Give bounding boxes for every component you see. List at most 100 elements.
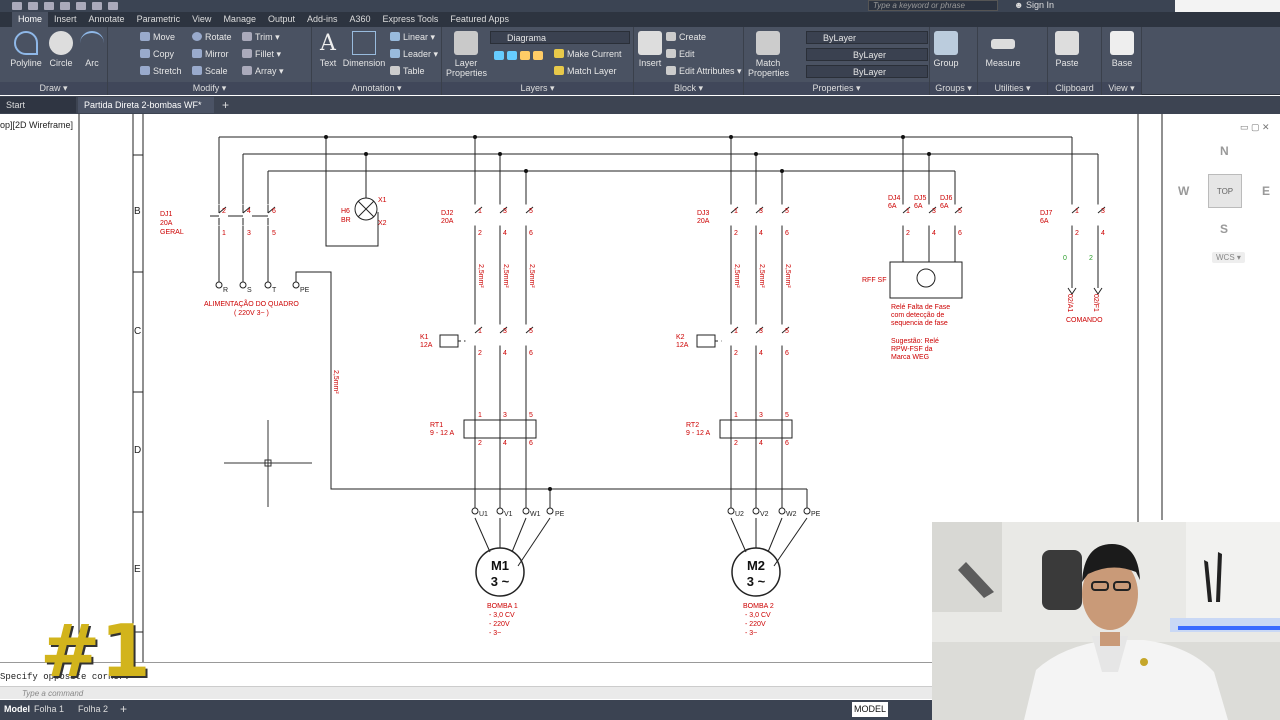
add-layout-icon[interactable]: +: [116, 702, 131, 716]
supply-r: R: [223, 287, 228, 294]
comando-label-f1: 02/F1: [1092, 294, 1099, 312]
supply-s: S: [247, 287, 252, 294]
dj7-label: DJ7: [1040, 210, 1053, 217]
compass-west[interactable]: W: [1178, 184, 1189, 198]
bomba1-power: - 3,0 CV: [489, 612, 515, 619]
rff-relay-box: [889, 261, 963, 299]
layout-tab-folha1[interactable]: Folha 1: [30, 702, 68, 716]
svg-text:1: 1: [1075, 208, 1079, 215]
svg-text:5: 5: [785, 328, 789, 335]
svg-text:4: 4: [759, 230, 763, 237]
sugestao-1: Sugestão: Relé: [891, 338, 939, 345]
layout-tab-model[interactable]: Model: [0, 702, 34, 716]
dj2-rating: 20A: [441, 218, 454, 225]
svg-text:1: 1: [734, 412, 738, 419]
m1-phase: 3 ~: [491, 574, 510, 589]
compass-east[interactable]: E: [1262, 184, 1270, 198]
model-space-button[interactable]: MODEL: [852, 702, 888, 717]
dj6-label: DJ6: [940, 195, 953, 202]
svg-text:6: 6: [529, 230, 533, 237]
m1-u1: U1: [479, 511, 488, 518]
svg-text:4: 4: [503, 230, 507, 237]
svg-text:5: 5: [785, 208, 789, 215]
supply-voltage: ( 220V 3~ ): [234, 310, 269, 317]
dj1-t4: 4: [247, 208, 251, 215]
svg-text:3: 3: [503, 412, 507, 419]
k2-label: K2: [676, 334, 685, 341]
lamp-x1: X1: [378, 197, 387, 204]
webcam-overlay: [932, 522, 1280, 720]
dj7-rating: 6A: [1040, 218, 1049, 225]
svg-text:4: 4: [759, 350, 763, 357]
svg-text:5: 5: [529, 208, 533, 215]
dj1-t2: 2: [222, 208, 226, 215]
svg-text:1: 1: [478, 412, 482, 419]
wcs-dropdown[interactable]: WCS ▾: [1212, 252, 1245, 263]
bomba1-title: BOMBA 1: [487, 603, 518, 610]
compass-north[interactable]: N: [1220, 144, 1229, 158]
svg-text:4: 4: [1101, 230, 1105, 237]
supply-t: T: [272, 287, 277, 294]
svg-text:6: 6: [529, 350, 533, 357]
svg-text:3: 3: [759, 412, 763, 419]
k1-rating: 12A: [420, 342, 433, 349]
dj4-label: DJ4: [888, 195, 901, 202]
svg-text:2: 2: [906, 230, 910, 237]
view-cube[interactable]: N W E S TOP WCS ▾: [1168, 140, 1280, 263]
k2-coil: [696, 334, 716, 348]
svg-text:3: 3: [503, 328, 507, 335]
bomba1-phase: - 3~: [489, 630, 501, 637]
episode-badge: #1: [40, 609, 151, 693]
dj1-rating: 20A: [160, 220, 173, 227]
view-cube-top[interactable]: TOP: [1208, 174, 1242, 208]
row-label-c: C: [134, 326, 141, 337]
svg-text:1: 1: [906, 208, 910, 215]
bomba2-title: BOMBA 2: [743, 603, 774, 610]
dj1-t1: 1: [222, 230, 226, 237]
m1-label: M1: [491, 558, 509, 573]
rff-caption-2: com detecção de: [891, 312, 944, 319]
svg-text:2: 2: [734, 440, 738, 447]
row-label-d: D: [134, 445, 141, 456]
comando-label: COMANDO: [1066, 317, 1103, 324]
svg-text:2: 2: [1075, 230, 1079, 237]
rff-label: RFF SF: [862, 277, 887, 284]
svg-text:2: 2: [478, 230, 482, 237]
supply-caption: ALIMENTAÇÃO DO QUADRO: [204, 299, 299, 308]
rt2-label: RT2: [686, 422, 699, 429]
svg-text:3: 3: [932, 208, 936, 215]
svg-text:6: 6: [785, 440, 789, 447]
dj1-label: DJ1: [160, 211, 173, 218]
compass-south[interactable]: S: [1220, 222, 1228, 236]
dj6-rating: 6A: [940, 203, 949, 210]
bomba1-voltage: - 220V: [489, 621, 510, 628]
layout-tab-folha2[interactable]: Folha 2: [74, 702, 112, 716]
m1-pe: PE: [555, 511, 565, 518]
m1-w1: W1: [530, 511, 541, 518]
svg-text:1: 1: [734, 208, 738, 215]
svg-text:2: 2: [478, 350, 482, 357]
wire-2: 2: [1089, 255, 1093, 262]
wire-gauges: 2,5mm² 2,5mm² 2,5mm² 2,5mm² 2,5mm² 2,5mm…: [477, 264, 791, 288]
svg-text:5: 5: [529, 412, 533, 419]
svg-text:1: 1: [478, 328, 482, 335]
svg-text:5: 5: [958, 208, 962, 215]
dj1-desc: GERAL: [160, 229, 184, 236]
svg-text:4: 4: [932, 230, 936, 237]
svg-text:2: 2: [734, 350, 738, 357]
m2-phase: 3 ~: [747, 574, 766, 589]
m2-w2: W2: [786, 511, 797, 518]
svg-text:2,5mm²: 2,5mm²: [528, 264, 535, 288]
row-label-e: E: [134, 564, 141, 575]
rff-caption-3: sequencia de fase: [891, 320, 948, 327]
dj2-label: DJ2: [441, 210, 454, 217]
lamp-label: H6: [341, 208, 350, 215]
svg-text:2: 2: [734, 230, 738, 237]
presenter-image: [932, 522, 1280, 720]
pe-wire-gauge: 2,5mm²: [332, 370, 339, 394]
supply-pe: PE: [300, 287, 310, 294]
dj1-t3: 3: [247, 230, 251, 237]
dj5-rating: 6A: [914, 203, 923, 210]
sugestao-3: Marca WEG: [891, 354, 929, 361]
svg-text:3: 3: [759, 208, 763, 215]
